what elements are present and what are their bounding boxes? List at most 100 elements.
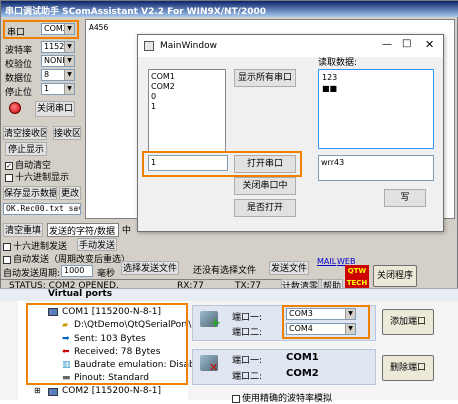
select-file-button[interactable]: 选择发送文件 (121, 261, 179, 275)
strict-baud-label: 使用精确的波特率模拟 (242, 394, 333, 404)
change-button[interactable]: 更改 (59, 186, 81, 200)
minimize-icon[interactable]: — (382, 39, 392, 50)
vspd-window: Virtual ports COM1 [115200-N-8-1] ▰ D:\Q… (0, 288, 458, 404)
sscom-title: 串口调试助手 SComAssistant V2.2 For WIN9X/NT/2… (5, 7, 267, 17)
port-status-led-icon (9, 102, 21, 114)
pair-port2-label: 端口二: (232, 372, 263, 382)
vspd-heading: Virtual ports (48, 289, 113, 299)
tree-item-sent: Sent: 103 Bytes (74, 334, 146, 344)
checkbox-icon (5, 173, 13, 182)
no-file-label: 还没有选择文件 (193, 266, 257, 276)
stopbits-label: 停止位 (5, 88, 33, 98)
baud-label: 波特率 (5, 46, 33, 56)
show-ports-button[interactable]: 显示所有串口 (234, 69, 296, 87)
parity-label: 校验位 (5, 60, 33, 70)
close-icon[interactable]: ✕ (425, 38, 434, 51)
checkbox-icon (232, 394, 240, 403)
stop-display-button[interactable]: 停止显示 (5, 142, 47, 156)
databits-select[interactable]: 8 ▼ (41, 69, 75, 81)
close-port-mid-button[interactable]: 关闭串口中 (234, 177, 296, 195)
port-list-item[interactable]: COM1 (151, 72, 175, 81)
chevron-down-icon: ▼ (64, 24, 74, 34)
mail-link[interactable]: MAIL (317, 257, 336, 266)
stopbits-select[interactable]: 1 ▼ (41, 83, 75, 95)
stopbits-select-value: 1 (44, 84, 50, 93)
pair-port1-value: COM1 (286, 352, 319, 363)
read-line: 123 (322, 73, 338, 82)
hex-send-label: 十六进制发送 (13, 242, 68, 252)
checkbox-icon (3, 255, 11, 264)
send-area-label: 发送的字符/数据 (49, 227, 116, 237)
tree-item-pinout: Pinout: Standard (74, 373, 150, 383)
checkbox-icon (3, 242, 11, 251)
clear-recv-button[interactable]: 清空接收区 (3, 126, 47, 140)
pinout-icon: ▬ (62, 373, 71, 383)
port-label: 串口 (7, 28, 26, 38)
maximize-icon[interactable]: □ (402, 38, 411, 49)
port1-select[interactable]: COM3 ▼ (286, 308, 356, 320)
auto-period-label: 自动发送周期: (3, 269, 61, 279)
save-display-button[interactable]: 保存显示数据 (3, 186, 57, 200)
port-list-item[interactable]: 0 (151, 92, 156, 101)
received-arrow-icon: ⬅ (62, 347, 70, 357)
delete-x-icon: ✕ (209, 361, 219, 374)
port-list-item[interactable]: COM2 (151, 82, 175, 91)
com-port-icon (48, 308, 58, 316)
port2-label: 端口二: (232, 328, 263, 338)
pair-port1-label: 端口一: (232, 356, 263, 366)
write-input[interactable]: wrr43 (318, 155, 434, 181)
baudrate-icon: ▥ (62, 360, 71, 370)
close-port-button[interactable]: 关闭串口 (35, 101, 75, 117)
checkbox-checked-icon: ✓ (5, 161, 13, 170)
chevron-down-icon: ▼ (64, 84, 74, 94)
hex-display-checkbox[interactable]: 十六进制显示 (5, 170, 69, 183)
auto-send-checkbox[interactable]: 自动发送（周期改变后重选） (3, 252, 130, 265)
save-path-field[interactable]: OK.Rec00.txt save (3, 203, 81, 215)
port2-select[interactable]: COM4 ▼ (286, 323, 356, 335)
port-number-input[interactable]: 1 (148, 155, 228, 171)
close-program-button[interactable]: 关闭程序 (373, 265, 417, 287)
ms-label: 毫秒 (97, 269, 116, 279)
hex-send-checkbox[interactable]: 十六进制发送 (3, 239, 67, 252)
add-plus-icon: + (210, 316, 221, 331)
add-port-button[interactable]: 添加端口 (382, 309, 434, 335)
chevron-down-icon: ▼ (64, 70, 74, 80)
chevron-down-icon: ▼ (345, 324, 355, 334)
parity-select[interactable]: NONE ▼ (41, 55, 75, 67)
zh-label: 中 (122, 226, 132, 236)
manual-send-button[interactable]: 手动发送 (77, 238, 117, 251)
port1-select-value: COM3 (289, 309, 313, 318)
delete-port-button[interactable]: 删除端口 (382, 355, 434, 381)
strict-baud-checkbox[interactable]: 使用精确的波特率模拟 (232, 391, 332, 404)
databits-label: 数据位 (5, 74, 33, 84)
port-select[interactable]: COM2 ▼ (41, 23, 75, 35)
chevron-down-icon: ▼ (64, 42, 74, 52)
tree-item-com1[interactable]: COM1 [115200-N-8-1] (62, 307, 161, 317)
recv-text: A456 (89, 23, 109, 32)
port2-select-value: COM4 (289, 324, 313, 333)
write-button[interactable]: 写 (384, 189, 426, 207)
com-port-icon (48, 388, 58, 396)
tree-item-baud: Baudrate emulation: Disabl (74, 360, 198, 370)
port-list-item[interactable]: 1 (151, 102, 156, 111)
port1-label: 端口一: (232, 313, 263, 323)
clear-resend-button[interactable]: 清空重填 (3, 223, 43, 237)
is-open-button[interactable]: 是否打开 (234, 199, 296, 217)
tree-item-received: Received: 78 Bytes (74, 347, 161, 357)
app-icon (144, 41, 154, 51)
mainwindow-title: MainWindow (160, 41, 217, 51)
baud-select[interactable]: 1152C ▼ (41, 41, 75, 53)
read-line: ■■ (322, 84, 338, 93)
send-file-button[interactable]: 发送文件 (269, 261, 309, 275)
recv-area-button[interactable]: 接收区 (53, 126, 81, 140)
chevron-down-icon: ▼ (64, 56, 74, 66)
open-port-button[interactable]: 打开串口 (234, 155, 296, 173)
databits-select-value: 8 (44, 70, 50, 79)
tree-item-com2[interactable]: COM2 [115200-N-8-1] (62, 386, 161, 396)
sent-arrow-icon: ➡ (62, 334, 70, 344)
expand-icon[interactable]: ⊞ (34, 386, 41, 395)
tree-item-path: D:\QtDemo\QtQSerialPort\ (74, 320, 192, 330)
hex-display-label: 十六进制显示 (15, 173, 70, 183)
auto-period-input[interactable]: 1000 (61, 265, 93, 277)
pair-delete-panel (192, 349, 376, 385)
